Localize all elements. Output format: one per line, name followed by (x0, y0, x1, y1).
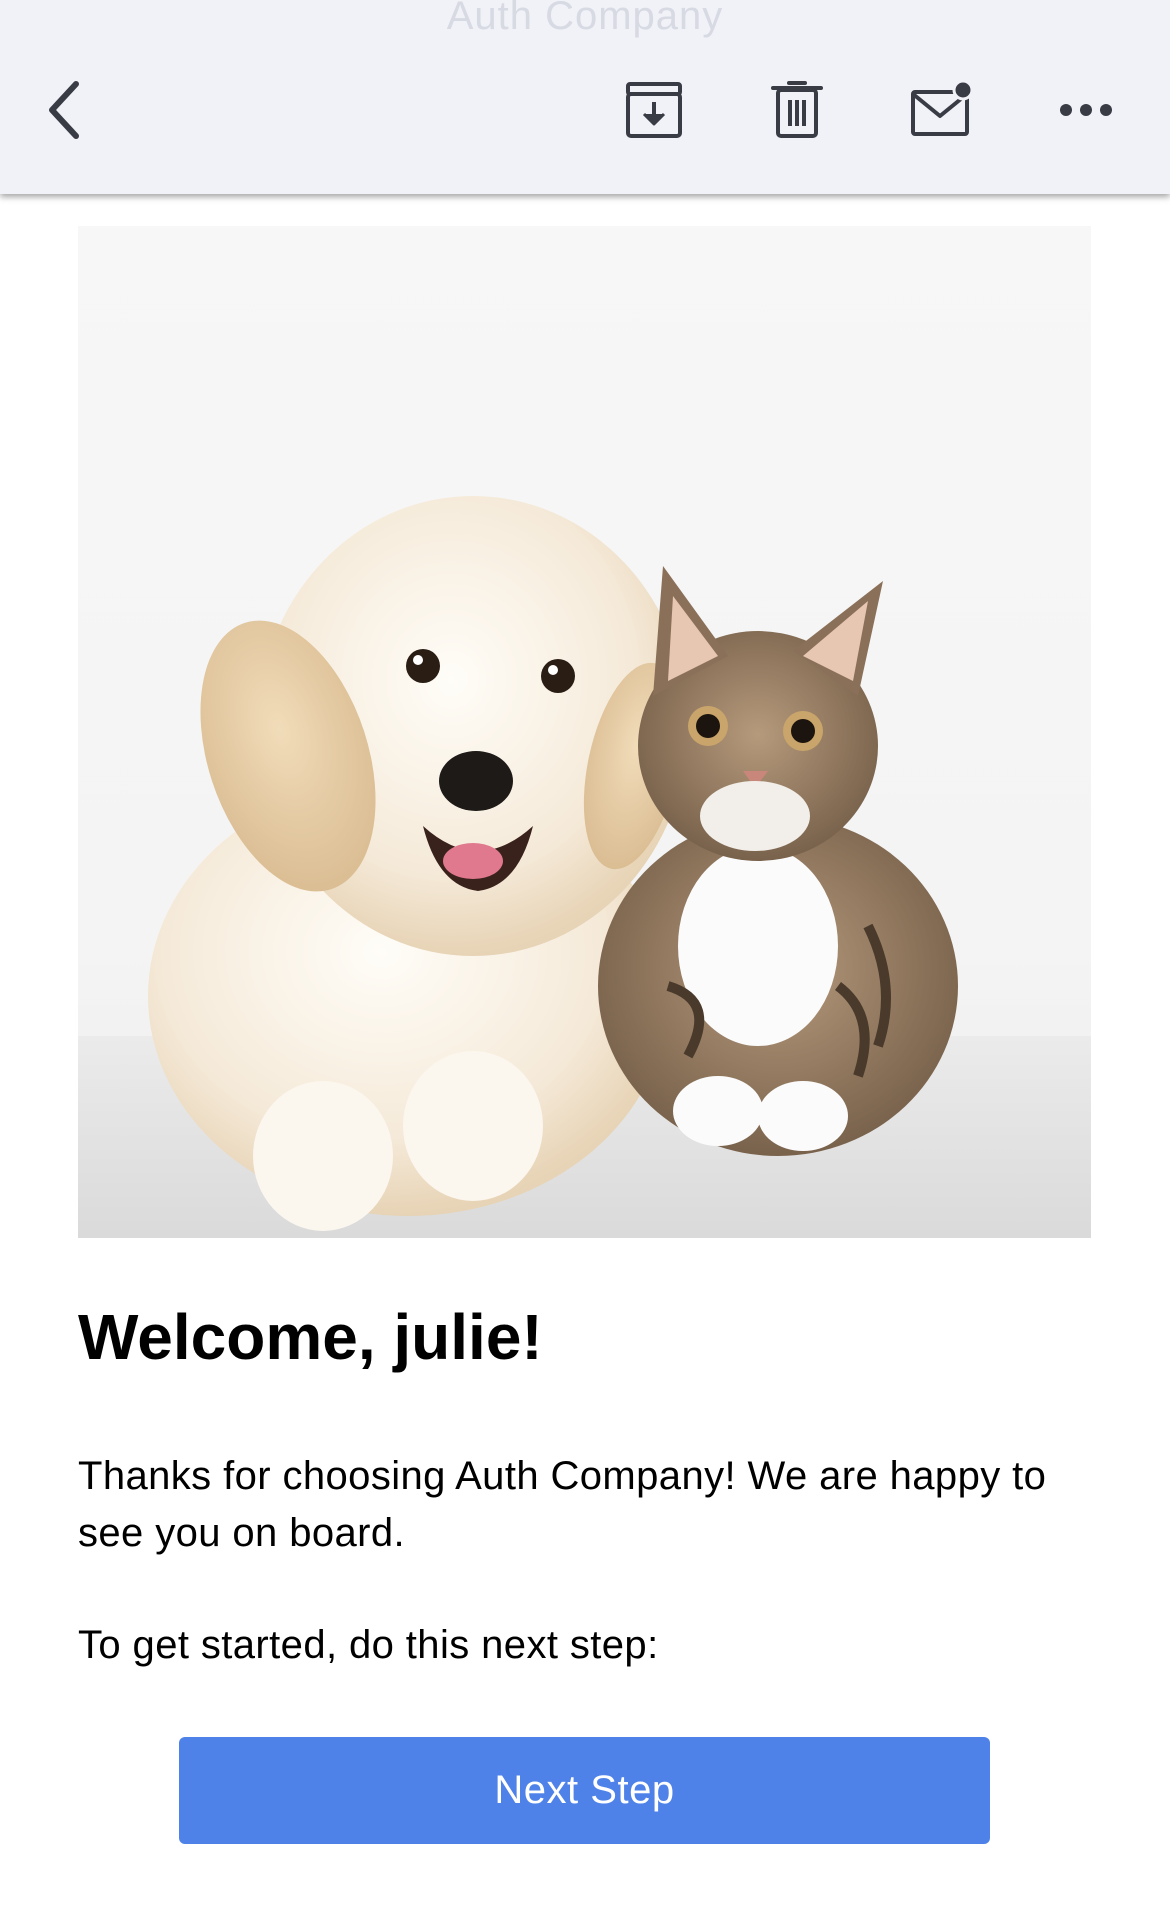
next-step-button[interactable]: Next Step (179, 1737, 990, 1844)
email-toolbar: Auth Company (0, 0, 1170, 194)
chevron-left-icon (49, 81, 79, 139)
archive-button[interactable] (612, 68, 696, 152)
next-step-label: Next Step (494, 1768, 675, 1812)
more-horizontal-icon (1060, 104, 1112, 116)
instruction-text: To get started, do this next step: (78, 1623, 659, 1667)
back-button[interactable] (24, 68, 108, 152)
more-options-button[interactable] (1044, 68, 1128, 152)
delete-button[interactable] (755, 68, 839, 152)
trash-icon (771, 81, 823, 138)
archive-icon (626, 82, 682, 138)
sender-title: Auth Company (446, 0, 724, 38)
welcome-message: Thanks for choosing Auth Company! We are… (78, 1454, 1047, 1555)
mail-unread-icon (911, 80, 974, 136)
mark-unread-button[interactable] (899, 68, 983, 152)
puppy-and-kitten-photo (78, 496, 1091, 1238)
hero-image (78, 226, 1091, 1238)
welcome-headline: Welcome, julie! (78, 1301, 543, 1373)
